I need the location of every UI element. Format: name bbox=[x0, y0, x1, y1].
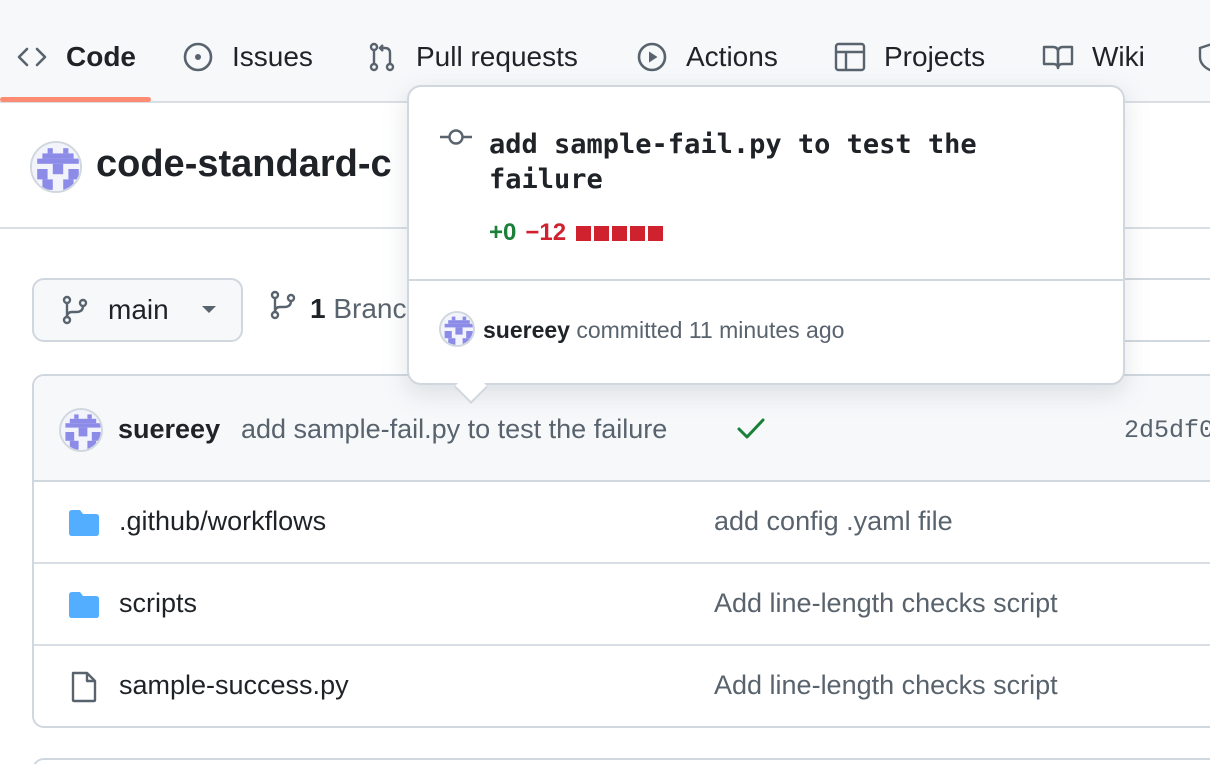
diffstat-block bbox=[630, 225, 646, 241]
file-row[interactable]: scripts Add line-length checks script bbox=[34, 564, 1210, 646]
triangle-down-icon bbox=[201, 305, 217, 315]
tab-wiki[interactable]: Wiki bbox=[1042, 36, 1145, 78]
tab-label: Code bbox=[66, 41, 136, 72]
branch-select-button[interactable]: main bbox=[32, 278, 243, 342]
file-icon bbox=[68, 671, 100, 703]
commit-author-avatar[interactable] bbox=[59, 408, 103, 452]
git-branch-icon bbox=[268, 290, 298, 327]
file-row[interactable]: sample-success.py Add line-length checks… bbox=[34, 646, 1210, 726]
tab-actions[interactable]: Actions bbox=[636, 36, 778, 78]
file-listing: suereey add sample-fail.py to test the f… bbox=[32, 374, 1210, 728]
file-name-link[interactable]: scripts bbox=[119, 588, 197, 619]
latest-commit-row: suereey add sample-fail.py to test the f… bbox=[34, 376, 1210, 482]
tab-label: Pull requests bbox=[416, 41, 578, 72]
hovercard-divider bbox=[409, 279, 1123, 281]
readme-box bbox=[32, 758, 1210, 764]
diff-stats: +0 −12 bbox=[489, 219, 664, 247]
branches-link[interactable]: 1 Branc bbox=[268, 290, 407, 327]
table-icon bbox=[834, 41, 866, 73]
hovercard-commit-title[interactable]: add sample-fail.py to test the failure bbox=[489, 127, 1049, 197]
diffstat-bar bbox=[576, 225, 664, 241]
tab-label: Issues bbox=[232, 41, 313, 72]
shield-icon bbox=[1196, 41, 1210, 73]
go-to-file-input[interactable] bbox=[1110, 278, 1210, 342]
tab-code[interactable]: Code bbox=[16, 36, 136, 78]
deletions-count: −12 bbox=[525, 219, 567, 246]
play-icon bbox=[636, 41, 668, 73]
diffstat-block bbox=[594, 225, 610, 241]
tab-label: Projects bbox=[884, 41, 986, 72]
tab-projects[interactable]: Projects bbox=[834, 36, 985, 78]
check-icon[interactable] bbox=[736, 416, 766, 447]
owner-avatar[interactable] bbox=[30, 141, 82, 193]
additions-count: +0 bbox=[489, 219, 517, 246]
commit-message-link[interactable]: add sample-fail.py to test the failure bbox=[241, 414, 667, 445]
repo-name-link[interactable]: code-standard-c bbox=[96, 143, 392, 186]
folder-icon bbox=[68, 507, 100, 539]
commit-hovercard: add sample-fail.py to test the failure +… bbox=[407, 85, 1125, 404]
git-pull-request-icon bbox=[366, 41, 398, 73]
tab-label: Actions bbox=[686, 41, 778, 72]
file-commit-message-link[interactable]: Add line-length checks script bbox=[714, 588, 1058, 619]
selected-tab-underline bbox=[0, 97, 151, 102]
git-branch-icon bbox=[60, 295, 90, 325]
branch-name: main bbox=[108, 294, 169, 325]
file-row[interactable]: .github/workflows add config .yaml file bbox=[34, 482, 1210, 564]
hovercard-author-avatar[interactable] bbox=[439, 311, 475, 347]
tab-pull-requests[interactable]: Pull requests bbox=[366, 36, 578, 78]
git-commit-icon bbox=[439, 127, 473, 152]
hovercard-author-line: suereey committed 11 minutes ago bbox=[483, 317, 844, 344]
file-commit-message-link[interactable]: Add line-length checks script bbox=[714, 670, 1058, 701]
hovercard-author-link[interactable]: suereey bbox=[483, 317, 570, 343]
tab-issues[interactable]: Issues bbox=[182, 36, 313, 78]
commit-sha-link[interactable]: 2d5df0c bbox=[1124, 416, 1210, 445]
diffstat-block bbox=[648, 225, 664, 241]
folder-icon bbox=[68, 589, 100, 621]
file-commit-message-link[interactable]: add config .yaml file bbox=[714, 506, 953, 537]
hovercard-time: 11 minutes ago bbox=[688, 317, 845, 343]
file-name-link[interactable]: sample-success.py bbox=[119, 670, 349, 701]
issue-opened-icon bbox=[182, 41, 214, 73]
tab-label: Wiki bbox=[1092, 41, 1145, 72]
hovercard-action: committed bbox=[576, 317, 683, 343]
branch-count: 1 bbox=[310, 292, 326, 324]
book-icon bbox=[1042, 41, 1074, 73]
code-icon bbox=[16, 41, 48, 73]
diffstat-block bbox=[576, 225, 592, 241]
tab-security[interactable] bbox=[1196, 36, 1210, 78]
commit-author-link[interactable]: suereey bbox=[118, 414, 220, 445]
diffstat-block bbox=[612, 225, 628, 241]
branch-count-label: Branc bbox=[333, 292, 407, 324]
file-name-link[interactable]: .github/workflows bbox=[119, 506, 326, 537]
